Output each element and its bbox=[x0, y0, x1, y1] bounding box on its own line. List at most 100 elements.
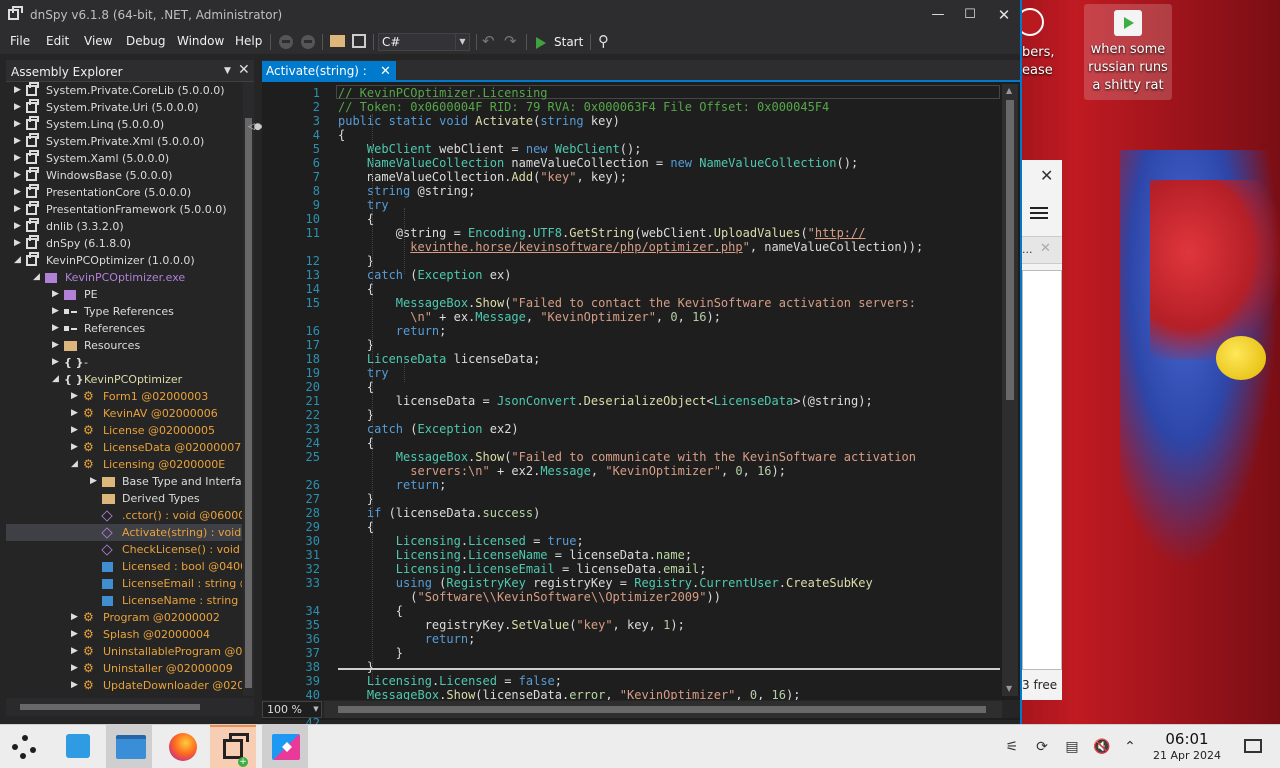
collapsed-triangle-icon[interactable]: ▶ bbox=[52, 337, 60, 354]
tree-item[interactable]: ▶ { } - bbox=[6, 354, 242, 371]
search-icon[interactable]: ⚲ bbox=[598, 32, 614, 52]
tree-item[interactable]: ▶ ⚙ Uninstaller @02000009 bbox=[6, 660, 242, 677]
scroll-down-icon[interactable]: ▼ bbox=[1006, 684, 1012, 693]
show-desktop-icon[interactable] bbox=[1244, 739, 1262, 753]
collapsed-triangle-icon[interactable]: ▶ bbox=[14, 167, 22, 184]
tree-item[interactable]: ◢ KevinPCOptimizer.exe bbox=[6, 269, 242, 286]
tree-item[interactable]: CheckLicense() : void @06000050 bbox=[6, 541, 242, 558]
collapsed-triangle-icon[interactable]: ▶ bbox=[71, 609, 79, 626]
collapsed-triangle-icon[interactable]: ▶ bbox=[14, 82, 22, 99]
collapsed-triangle-icon[interactable]: ▶ bbox=[14, 133, 22, 150]
expanded-triangle-icon[interactable]: ◢ bbox=[52, 371, 60, 388]
undo-icon[interactable]: ↶ bbox=[482, 32, 498, 52]
tree-item[interactable]: ▶ References bbox=[6, 320, 242, 337]
tree-item[interactable]: .cctor() : void @06000005 bbox=[6, 507, 242, 524]
collapsed-triangle-icon[interactable]: ▶ bbox=[71, 626, 79, 643]
collapsed-triangle-icon[interactable]: ▶ bbox=[71, 439, 79, 456]
tree-item[interactable]: ▶ Base Type and Interfaces bbox=[6, 473, 242, 490]
tree-item[interactable]: LicenseEmail : string @04000012 bbox=[6, 575, 242, 592]
tree-item[interactable]: ▶ ⚙ Program @02000002 bbox=[6, 609, 242, 626]
dnspy-task[interactable]: + bbox=[210, 725, 256, 768]
collapsed-triangle-icon[interactable]: ▶ bbox=[52, 354, 60, 371]
language-select[interactable]: C# ▼ bbox=[378, 33, 470, 51]
title-bar[interactable]: dnSpy v6.1.8 (64-bit, .NET, Administrato… bbox=[0, 0, 1020, 30]
zoom-select[interactable]: 100 % ▼ bbox=[262, 701, 322, 718]
hamburger-menu-icon[interactable] bbox=[1030, 204, 1048, 222]
panel-dropdown-icon[interactable]: ▼ bbox=[224, 66, 231, 76]
tree-item[interactable]: ◢ ⚙ Licensing @0200000E bbox=[6, 456, 242, 473]
clock-time[interactable]: 06:01 bbox=[1150, 730, 1224, 748]
tree-item[interactable]: Activate(string) : void @0600004F bbox=[6, 524, 242, 541]
tree-item[interactable]: ▶ dnlib (3.3.2.0) bbox=[6, 218, 242, 235]
scrollbar-thumb[interactable] bbox=[1006, 100, 1014, 400]
collapsed-triangle-icon[interactable]: ▶ bbox=[14, 184, 22, 201]
collapsed-triangle-icon[interactable]: ▶ bbox=[14, 150, 22, 167]
tree-item[interactable]: ▶ WindowsBase (5.0.0.0) bbox=[6, 167, 242, 184]
navigate-back-icon[interactable] bbox=[279, 35, 293, 49]
editor-vertical-scrollbar[interactable]: ▲ ▼ bbox=[1002, 84, 1018, 696]
menu-help[interactable]: Help bbox=[235, 33, 262, 49]
tree-item[interactable]: ◢ { } KevinPCOptimizer bbox=[6, 371, 242, 388]
tree-horizontal-scrollbar[interactable] bbox=[6, 698, 254, 716]
tree-item[interactable]: ▶ System.Private.Xml (5.0.0.0) bbox=[6, 133, 242, 150]
maximize-button[interactable]: ☐ bbox=[958, 5, 982, 25]
panel-close-icon[interactable]: ✕ bbox=[238, 62, 250, 78]
scrollbar-thumb[interactable] bbox=[338, 706, 986, 713]
volume-muted-icon[interactable]: 🔇 bbox=[1092, 737, 1112, 757]
tree-item[interactable]: ▶ ⚙ LicenseData @02000007 bbox=[6, 439, 242, 456]
collapsed-triangle-icon[interactable]: ▶ bbox=[71, 677, 79, 694]
code-view[interactable]: // KevinPCOptimizer.Licensing// Token: 0… bbox=[338, 84, 1002, 704]
tree-item[interactable]: ▶ dnSpy (6.1.8.0) bbox=[6, 235, 242, 252]
tab-activate[interactable]: Activate(string) : void ✕ bbox=[262, 61, 396, 99]
firefox-task[interactable] bbox=[158, 725, 204, 768]
tree-item[interactable]: ▶ System.Private.CoreLib (5.0.0.0) bbox=[6, 82, 242, 99]
save-all-icon[interactable] bbox=[352, 34, 366, 48]
collapsed-triangle-icon[interactable]: ▶ bbox=[71, 388, 79, 405]
chevron-down-icon[interactable]: ▼ bbox=[455, 34, 469, 50]
tree-item[interactable]: Licensed : bool @04000010 bbox=[6, 558, 242, 575]
tree-item[interactable]: ▶ PresentationCore (5.0.0.0) bbox=[6, 184, 242, 201]
open-folder-icon[interactable] bbox=[330, 35, 345, 47]
tree-item[interactable]: ▶ Resources bbox=[6, 337, 242, 354]
collapsed-triangle-icon[interactable]: ▶ bbox=[71, 660, 79, 677]
kate-editor-task[interactable] bbox=[262, 725, 308, 768]
tree-item[interactable]: ▶ System.Linq (5.0.0.0) bbox=[6, 116, 242, 133]
tree-item[interactable]: LicenseName : string @04000011 bbox=[6, 592, 242, 609]
expanded-triangle-icon[interactable]: ◢ bbox=[71, 456, 79, 473]
clipboard-icon[interactable]: ▤ bbox=[1062, 737, 1082, 757]
tree-item[interactable]: ▶ System.Xaml (5.0.0.0) bbox=[6, 150, 242, 167]
redo-icon[interactable]: ↷ bbox=[504, 32, 520, 52]
tree-item[interactable]: ▶ ⚙ KevinAV @02000006 bbox=[6, 405, 242, 422]
collapsed-triangle-icon[interactable]: ▶ bbox=[71, 643, 79, 660]
scrollbar-thumb[interactable] bbox=[20, 704, 200, 710]
menu-file[interactable]: File bbox=[10, 33, 30, 49]
background-tab-close-icon[interactable]: ✕ bbox=[1040, 241, 1051, 256]
tree-vertical-scrollbar[interactable] bbox=[243, 82, 254, 696]
menu-window[interactable]: Window bbox=[177, 33, 224, 49]
tree-item[interactable]: Derived Types bbox=[6, 490, 242, 507]
navigate-forward-icon[interactable] bbox=[301, 35, 315, 49]
collapsed-triangle-icon[interactable]: ▶ bbox=[14, 116, 22, 133]
tree-item[interactable]: ◢ KevinPCOptimizer (1.0.0.0) bbox=[6, 252, 242, 269]
menu-view[interactable]: View bbox=[84, 33, 112, 49]
application-launcher-icon[interactable] bbox=[12, 735, 38, 759]
tree-item[interactable]: ▶ Type References bbox=[6, 303, 242, 320]
tree-item[interactable]: ▶ ⚙ UpdateDownloader @0200000A bbox=[6, 677, 242, 694]
collapsed-triangle-icon[interactable]: ▶ bbox=[71, 422, 79, 439]
discover-store-task[interactable] bbox=[54, 725, 100, 768]
tree-item[interactable]: ▶ ⚙ Form1 @02000003 bbox=[6, 388, 242, 405]
tab-close-icon[interactable]: ✕ bbox=[380, 61, 391, 82]
collapsed-triangle-icon[interactable]: ▶ bbox=[14, 201, 22, 218]
collapsed-triangle-icon[interactable]: ▶ bbox=[14, 218, 22, 235]
tree-item[interactable]: ▶ PresentationFramework (5.0.0.0) bbox=[6, 201, 242, 218]
start-debugging-button[interactable]: Start bbox=[536, 32, 583, 52]
background-window-tab[interactable]: ... ✕ bbox=[1022, 236, 1062, 264]
clock-date[interactable]: 21 Apr 2024 bbox=[1150, 749, 1224, 762]
tree-item[interactable]: ▶ ⚙ License @02000005 bbox=[6, 422, 242, 439]
scrollbar-thumb[interactable] bbox=[245, 118, 252, 688]
tree-item[interactable]: ▶ ⚙ UninstallableProgram @02000008 bbox=[6, 643, 242, 660]
background-window-close-icon[interactable]: ✕ bbox=[1040, 166, 1053, 185]
menu-edit[interactable]: Edit bbox=[46, 33, 69, 49]
close-button[interactable]: ✕ bbox=[992, 5, 1016, 25]
editor-horizontal-scrollbar[interactable] bbox=[324, 701, 1002, 718]
